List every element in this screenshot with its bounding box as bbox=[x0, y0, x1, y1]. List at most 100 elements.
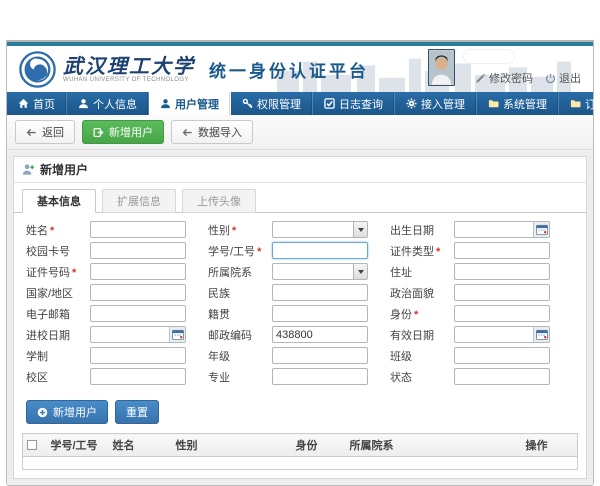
field-birth-date-label: 出生日期 bbox=[390, 222, 454, 238]
field-postal-code: 邮政编码 bbox=[208, 326, 368, 343]
col-name: 姓名 bbox=[109, 434, 172, 457]
postal-code-input[interactable] bbox=[272, 326, 368, 343]
toolbar: 返回 新增用户 数据导入 bbox=[7, 115, 593, 150]
nav-tab-subscription-management[interactable]: 订阅管理 bbox=[559, 92, 600, 115]
political-status-input[interactable] bbox=[454, 284, 550, 301]
gender-dropdown-button[interactable] bbox=[353, 222, 367, 237]
status-input[interactable] bbox=[454, 368, 550, 385]
submit-add-user-button[interactable]: 新增用户 bbox=[26, 400, 108, 424]
field-grade-label: 年级 bbox=[208, 348, 272, 364]
major-input[interactable] bbox=[272, 368, 368, 385]
id-type-input[interactable] bbox=[454, 242, 550, 259]
header: 武汉理工大学 WUHAN UNIVERSITY OF TECHNOLOGY 统一… bbox=[7, 46, 593, 92]
field-enrollment-date-label: 进校日期 bbox=[26, 327, 90, 343]
data-import-button[interactable]: 数据导入 bbox=[171, 120, 253, 144]
folder-icon bbox=[488, 98, 499, 109]
department-dropdown-button[interactable] bbox=[353, 264, 367, 279]
field-status: 状态 bbox=[390, 368, 550, 385]
required-asterisk: * bbox=[436, 246, 440, 258]
field-country-region: 国家/地区 bbox=[26, 284, 186, 301]
field-department: 所属院系 bbox=[208, 263, 368, 280]
field-id-number: 证件号码* bbox=[26, 263, 186, 280]
user-table: 学号/工号 姓名 性别 身份 所属院系 操作 bbox=[22, 433, 578, 470]
table-header-row: 学号/工号 姓名 性别 身份 所属院系 操作 bbox=[23, 434, 578, 457]
education-length-input[interactable] bbox=[90, 347, 186, 364]
key-icon bbox=[242, 98, 253, 109]
user-icon bbox=[78, 98, 89, 109]
nav-tab-system-management[interactable]: 系统管理 bbox=[477, 92, 559, 115]
pencil-icon bbox=[475, 73, 486, 84]
field-class: 班级 bbox=[390, 347, 550, 364]
folder-icon bbox=[570, 98, 581, 109]
birth-date-calendar-button[interactable] bbox=[533, 222, 549, 237]
add-user-panel: 新增用户 基本信息 扩展信息 上传头像 姓名* 性别* 出生日期 bbox=[13, 156, 587, 479]
field-id-type: 证件类型* bbox=[390, 242, 550, 259]
id-number-input[interactable] bbox=[90, 263, 186, 280]
native-place-input[interactable] bbox=[272, 305, 368, 322]
table-empty-row bbox=[23, 457, 578, 470]
nav-tab-personal-info[interactable]: 个人信息 bbox=[67, 92, 149, 115]
tab-basic-info[interactable]: 基本信息 bbox=[22, 189, 96, 213]
logout-link[interactable]: 退出 bbox=[545, 70, 581, 86]
nav-tab-user-management[interactable]: 用户管理 bbox=[149, 92, 231, 115]
nav-tab-home[interactable]: 首页 bbox=[7, 92, 67, 115]
identity-input[interactable] bbox=[454, 305, 550, 322]
campus-input[interactable] bbox=[90, 368, 186, 385]
campus-card-no-input[interactable] bbox=[90, 242, 186, 259]
user-table-wrap: 学号/工号 姓名 性别 身份 所属院系 操作 bbox=[22, 433, 578, 470]
checkbox-cell bbox=[23, 434, 47, 457]
name-input[interactable] bbox=[90, 221, 186, 238]
required-asterisk: * bbox=[232, 225, 236, 237]
student-staff-id-input[interactable] bbox=[272, 242, 368, 259]
class-input[interactable] bbox=[454, 347, 550, 364]
circle-plus-icon bbox=[37, 407, 48, 418]
platform-title: 统一身份认证平台 bbox=[209, 57, 369, 82]
university-name-cn: 武汉理工大学 bbox=[63, 56, 195, 76]
brand-block: 武汉理工大学 WUHAN UNIVERSITY OF TECHNOLOGY bbox=[63, 56, 195, 83]
field-identity: 身份* bbox=[390, 305, 550, 322]
field-student-staff-id-label: 学号/工号* bbox=[208, 243, 272, 259]
section-header: 新增用户 bbox=[14, 157, 586, 183]
required-asterisk: * bbox=[50, 225, 54, 237]
ethnicity-input[interactable] bbox=[272, 284, 368, 301]
field-id-number-label: 证件号码* bbox=[26, 264, 90, 280]
field-id-type-label: 证件类型* bbox=[390, 243, 454, 259]
email-input[interactable] bbox=[90, 305, 186, 322]
tab-extended-info[interactable]: 扩展信息 bbox=[102, 189, 176, 213]
user-name-redacted bbox=[463, 49, 515, 64]
select-all-checkbox[interactable] bbox=[27, 440, 37, 450]
enrollment-date-calendar-button[interactable] bbox=[169, 327, 185, 342]
form-actions: 新增用户 重置 bbox=[14, 393, 586, 431]
field-class-label: 班级 bbox=[390, 348, 454, 364]
field-ethnicity-label: 民族 bbox=[208, 285, 272, 301]
info-tabs: 基本信息 扩展信息 上传头像 bbox=[14, 183, 586, 213]
tab-upload-avatar[interactable]: 上传头像 bbox=[182, 189, 256, 213]
change-password-link[interactable]: 修改密码 bbox=[475, 70, 533, 86]
add-user-toolbar-button[interactable]: 新增用户 bbox=[82, 120, 164, 144]
home-icon bbox=[18, 98, 29, 109]
university-name-en: WUHAN UNIVERSITY OF TECHNOLOGY bbox=[63, 77, 195, 83]
col-department: 所属院系 bbox=[346, 434, 522, 457]
valid-date-calendar-button[interactable] bbox=[533, 327, 549, 342]
avatar[interactable] bbox=[428, 49, 455, 86]
nav-tab-access-management[interactable]: 接入管理 bbox=[395, 92, 477, 115]
field-name-label: 姓名* bbox=[26, 222, 90, 238]
address-input[interactable] bbox=[454, 263, 550, 280]
field-birth-date: 出生日期 bbox=[390, 221, 550, 238]
reset-button[interactable]: 重置 bbox=[115, 400, 159, 424]
nav-tab-permission-management[interactable]: 权限管理 bbox=[231, 92, 313, 115]
power-icon bbox=[545, 73, 556, 84]
field-grade: 年级 bbox=[208, 347, 368, 364]
field-student-staff-id: 学号/工号* bbox=[208, 242, 368, 259]
col-identity: 身份 bbox=[292, 434, 346, 457]
country-region-input[interactable] bbox=[90, 284, 186, 301]
back-arrow-icon bbox=[26, 127, 37, 138]
field-name: 姓名* bbox=[26, 221, 186, 238]
grade-input[interactable] bbox=[272, 347, 368, 364]
required-asterisk: * bbox=[257, 246, 261, 258]
field-campus-card-no: 校园卡号 bbox=[26, 242, 186, 259]
field-gender-label: 性别* bbox=[208, 222, 272, 238]
field-enrollment-date: 进校日期 bbox=[26, 326, 186, 343]
back-button[interactable]: 返回 bbox=[15, 120, 75, 144]
nav-tab-log-query[interactable]: 日志查询 bbox=[313, 92, 395, 115]
